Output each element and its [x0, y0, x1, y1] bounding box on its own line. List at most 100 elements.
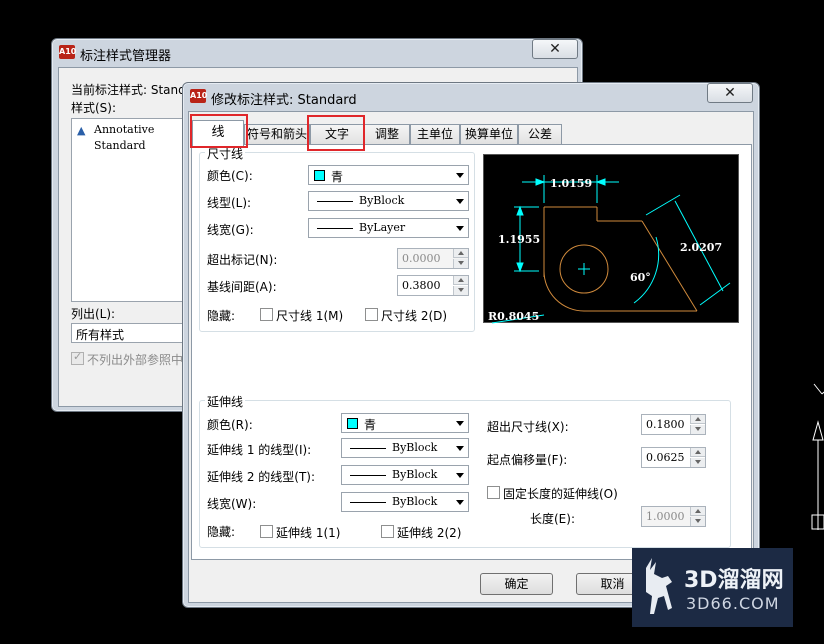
- preview-arrow-icon: [516, 205, 524, 216]
- exclude-xref-label: 不列出外部参照中: [87, 353, 184, 367]
- preview-dim-left: 1.1955: [498, 233, 540, 246]
- extend-ticks-spinner[interactable]: 0.0000: [397, 248, 469, 269]
- suppress-extline-1-checkbox[interactable]: [260, 525, 273, 538]
- extline2-linetype-label: 延伸线 2 的线型(T):: [207, 470, 316, 484]
- preview-dim-right: 2.0207: [680, 241, 722, 254]
- dimline-color-label: 颜色(C):: [207, 169, 253, 183]
- ucs-arrow-icon: [812, 420, 824, 441]
- list-combo[interactable]: 所有样式: [71, 323, 191, 343]
- extline2-linetype-combo[interactable]: ByBlock: [341, 465, 469, 485]
- line-sample-icon: [350, 475, 386, 476]
- length-label: 长度(E):: [530, 512, 575, 526]
- suppress-dimline-2-label: 尺寸线 2(D): [381, 309, 448, 323]
- watermark-url: 3D66.COM: [686, 594, 780, 613]
- spinner-down-icon[interactable]: [453, 259, 468, 268]
- chevron-down-icon: [456, 173, 464, 178]
- preview-ext-line: [645, 194, 681, 216]
- current-style-label: 当前标注样式: Stand: [71, 83, 186, 97]
- deer-logo-shape: [646, 558, 672, 614]
- suppress-dimline-2-checkbox[interactable]: [365, 308, 378, 321]
- spinner-up-icon[interactable]: [690, 507, 705, 516]
- extline-color-value: 青: [364, 418, 377, 432]
- dimline-lineweight-value: ByLayer: [359, 221, 406, 234]
- tab-alternate-units[interactable]: 换算单位: [460, 124, 518, 144]
- line-sample-icon: [317, 228, 353, 229]
- checkmark-icon: ✓: [73, 350, 83, 363]
- autocad-logo-icon: A10: [59, 45, 76, 59]
- offset-origin-label: 起点偏移量(F):: [487, 453, 568, 467]
- spinner-down-icon[interactable]: [690, 458, 705, 467]
- dimline-linetype-label: 线型(L):: [207, 196, 252, 210]
- offset-origin-spinner[interactable]: 0.0625: [641, 447, 706, 468]
- extline2-linetype-value: ByBlock: [392, 468, 438, 481]
- dimline-lineweight-label: 线宽(G):: [207, 223, 254, 237]
- tab-tolerances[interactable]: 公差: [518, 124, 562, 144]
- extline-color-label: 颜色(R):: [207, 418, 253, 432]
- chevron-down-icon: [456, 199, 464, 204]
- modify-dimstyle-titlebar[interactable]: A10 修改标注样式: Standard: [183, 83, 759, 111]
- extend-ticks-value: 0.0000: [402, 252, 441, 265]
- ucs-icon: [810, 380, 824, 530]
- dimstyle-manager-close-button[interactable]: ✕: [532, 39, 578, 59]
- highlight-text-tab: [307, 115, 365, 151]
- suppress-extline-2-label: 延伸线 2(2): [397, 526, 462, 540]
- modify-dimstyle-title: 修改标注样式: Standard: [211, 93, 357, 108]
- extline-lineweight-label: 线宽(W):: [207, 497, 257, 511]
- ucs-icon-drawing: [811, 383, 824, 530]
- styles-list[interactable]: ▲ Annotative Standard: [71, 118, 191, 302]
- dimline-lineweight-combo[interactable]: ByLayer: [308, 218, 469, 238]
- preview-dim-angle: 60°: [630, 271, 651, 284]
- baseline-spacing-spinner[interactable]: 0.3800: [397, 275, 469, 296]
- watermark-brand: 3D溜溜网: [684, 568, 784, 593]
- tab-fit[interactable]: 调整: [364, 124, 410, 144]
- style-item-annotative[interactable]: Annotative: [94, 123, 154, 136]
- extend-beyond-spinner[interactable]: 0.1800: [641, 414, 706, 435]
- modify-dimstyle-close-button[interactable]: ✕: [707, 83, 753, 103]
- extend-beyond-label: 超出尺寸线(X):: [487, 420, 569, 434]
- spinner-up-icon[interactable]: [453, 276, 468, 285]
- extline1-linetype-combo[interactable]: ByBlock: [341, 438, 469, 458]
- chevron-down-icon: [456, 421, 464, 426]
- tab-symbols-arrows[interactable]: 符号和箭头: [244, 124, 310, 144]
- preview-geom-arc: [543, 270, 585, 312]
- line-sample-icon: [350, 448, 386, 449]
- preview-geom-line: [641, 220, 698, 312]
- dimline-linetype-combo[interactable]: ByBlock: [308, 191, 469, 211]
- chevron-down-icon: [456, 226, 464, 231]
- cyan-swatch-icon: [347, 418, 358, 429]
- baseline-spacing-label: 基线间距(A):: [207, 280, 277, 294]
- highlight-lines-tab: [190, 114, 248, 148]
- chevron-down-icon: [456, 473, 464, 478]
- extline1-linetype-label: 延伸线 1 的线型(I):: [207, 443, 312, 457]
- spinner-down-icon[interactable]: [690, 425, 705, 434]
- spinner-down-icon[interactable]: [690, 517, 705, 526]
- dimline-color-combo[interactable]: 青: [308, 165, 469, 185]
- extline-color-combo[interactable]: 青: [341, 413, 469, 433]
- chevron-down-icon: [456, 500, 464, 505]
- spinner-up-icon[interactable]: [690, 415, 705, 424]
- spinner-down-icon[interactable]: [453, 286, 468, 295]
- ucs-icon-strokes: [811, 383, 824, 530]
- suppress-extline-1-label: 延伸线 1(1): [276, 526, 341, 540]
- style-item-standard[interactable]: Standard: [94, 139, 146, 152]
- fixed-length-checkbox[interactable]: [487, 486, 500, 499]
- dimline-color-value: 青: [331, 170, 344, 184]
- tab-primary-units[interactable]: 主单位: [410, 124, 460, 144]
- extline-lineweight-value: ByBlock: [392, 495, 438, 508]
- length-value: 1.0000: [646, 510, 685, 523]
- suppress-extline-2-checkbox[interactable]: [381, 525, 394, 538]
- preview-ext-line: [699, 282, 731, 306]
- ok-button[interactable]: 确定: [480, 573, 553, 595]
- annotative-icon: ▲: [77, 124, 86, 137]
- extend-beyond-value: 0.1800: [646, 418, 685, 431]
- dimstyle-manager-titlebar[interactable]: A10 标注样式管理器: [52, 39, 582, 67]
- chevron-down-icon: [456, 446, 464, 451]
- exclude-xref-checkbox[interactable]: ✓: [71, 350, 84, 365]
- spinner-up-icon[interactable]: [453, 249, 468, 258]
- extline-lineweight-combo[interactable]: ByBlock: [341, 492, 469, 512]
- spinner-up-icon[interactable]: [690, 448, 705, 457]
- autocad-logo-icon: A10: [190, 89, 207, 103]
- extension-lines-group-title: 延伸线: [205, 393, 246, 410]
- suppress-dimline-1-checkbox[interactable]: [260, 308, 273, 321]
- length-spinner[interactable]: 1.0000: [641, 506, 706, 527]
